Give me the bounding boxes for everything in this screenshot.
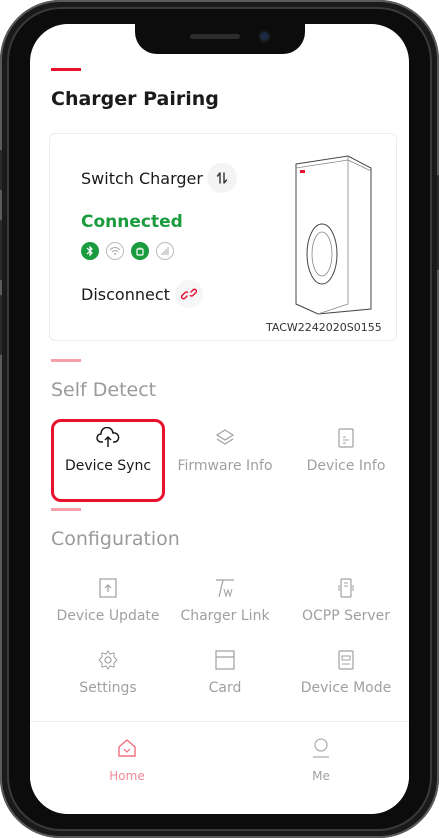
swap-arrows-icon	[216, 172, 228, 184]
device-update-button[interactable]: Device Update	[48, 576, 168, 624]
phone-frame: Charger Pairing Switch Charger Connected	[0, 0, 439, 838]
tab-home-label: Home	[109, 769, 145, 783]
bottom-tab-bar: Home Me	[30, 721, 409, 814]
configuration-title: Configuration	[51, 528, 180, 550]
layers-icon	[213, 426, 237, 450]
disconnect-label: Disconnect	[81, 285, 170, 304]
cellular-icon	[131, 242, 149, 260]
section-accent-bar	[51, 359, 81, 362]
device-mode-label: Device Mode	[300, 680, 392, 696]
connectivity-icons	[81, 242, 174, 260]
charger-serial-number: TACW2242020S0155	[266, 321, 382, 334]
card-label: Card	[208, 680, 242, 696]
tab-me[interactable]: Me	[271, 737, 371, 783]
header-accent-bar	[51, 68, 81, 71]
device-mode-icon	[334, 648, 358, 672]
switch-charger-label: Switch Charger	[81, 169, 203, 188]
tab-home[interactable]: Home	[77, 737, 177, 783]
signal-icon	[156, 242, 174, 260]
volume-down-button	[0, 295, 2, 355]
charger-pairing-card: Switch Charger Connected Disconnect TACW…	[49, 133, 397, 341]
settings-label: Settings	[79, 680, 137, 696]
device-info-button[interactable]: Device Info	[286, 426, 406, 474]
device-info-label: Device Info	[306, 458, 386, 474]
page-title: Charger Pairing	[51, 88, 219, 110]
device-mode-button[interactable]: Device Mode	[286, 648, 406, 696]
firmware-info-label: Firmware Info	[177, 458, 273, 474]
gear-icon	[96, 648, 120, 672]
server-icon	[334, 576, 358, 600]
section-accent-bar-2	[51, 508, 81, 511]
app-screen: Charger Pairing Switch Charger Connected	[30, 24, 409, 814]
bluetooth-icon	[81, 242, 99, 260]
firmware-info-button[interactable]: Firmware Info	[165, 426, 285, 474]
settings-button[interactable]: Settings	[48, 648, 168, 696]
charger-image	[295, 155, 372, 315]
device-update-label: Device Update	[56, 608, 160, 624]
mute-switch	[0, 150, 2, 190]
speaker-grille	[190, 34, 240, 39]
user-icon	[313, 738, 329, 758]
disconnect-button[interactable]	[175, 280, 203, 308]
charger-link-label: Charger Link	[180, 608, 270, 624]
notch	[135, 24, 305, 54]
charger-link-button[interactable]: Charger Link	[165, 576, 285, 624]
card-icon	[213, 648, 237, 672]
switch-charger-button[interactable]	[207, 163, 237, 193]
card-button[interactable]: Card	[165, 648, 285, 696]
selection-highlight	[51, 419, 165, 502]
tab-me-label: Me	[312, 769, 330, 783]
update-icon	[96, 576, 120, 600]
front-camera	[260, 32, 269, 41]
broken-link-icon	[181, 288, 197, 300]
self-detect-title: Self Detect	[51, 379, 157, 401]
wifi-icon	[106, 242, 124, 260]
home-icon	[118, 739, 136, 757]
ocpp-server-label: OCPP Server	[301, 608, 391, 624]
volume-up-button	[0, 220, 2, 280]
ocpp-server-button[interactable]: OCPP Server	[286, 576, 406, 624]
connection-status: Connected	[81, 212, 183, 232]
charger-link-icon	[213, 576, 237, 600]
document-icon	[334, 426, 358, 450]
